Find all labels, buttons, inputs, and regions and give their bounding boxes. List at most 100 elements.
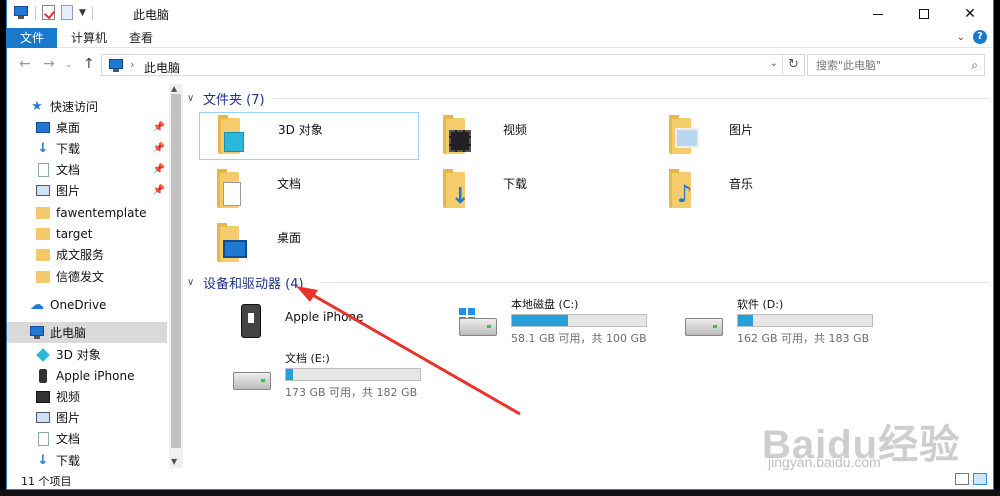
ribbon-controls: ⌄ ?: [957, 30, 987, 44]
sidebar-item-label: 快速访问: [50, 100, 99, 114]
search-box[interactable]: ⌕: [807, 54, 985, 76]
address-bar[interactable]: › 此电脑 ⌄: [101, 54, 783, 76]
refresh-button[interactable]: ↻: [783, 54, 805, 76]
pin-icon[interactable]: 📌: [153, 164, 165, 175]
sidebar-item-label: 视频: [56, 390, 81, 404]
folders-group-header[interactable]: ∨ 文件夹 (7): [187, 88, 265, 108]
group-divider: [273, 98, 988, 99]
title-bar: ▼ 此电脑 ✕: [7, 0, 993, 28]
group-title: 设备和驱动器 (4): [203, 276, 304, 292]
sidebar-item-pictures-pc[interactable]: 图片: [35, 407, 167, 428]
pin-icon[interactable]: 📌: [153, 122, 165, 133]
drive-space-info: 162 GB 可用，共 183 GB: [737, 332, 870, 345]
folder-3d-objects[interactable]: 3D 对象: [199, 112, 419, 160]
sidebar-item-xinde[interactable]: 信德发文: [35, 266, 167, 287]
customize-toolbar-dropdown-icon[interactable]: ▼: [79, 8, 86, 18]
folder-pictures[interactable]: 图片: [651, 112, 871, 160]
collapse-chevron-icon[interactable]: ∨: [187, 93, 197, 104]
tab-computer[interactable]: 计算机: [59, 28, 119, 48]
folder-downloads[interactable]: ↓ 下载: [425, 166, 645, 214]
sidebar-item-onedrive[interactable]: ☁ OneDrive: [29, 294, 167, 315]
drive-d[interactable]: 软件 (D:) 162 GB 可用，共 183 GB: [679, 296, 905, 346]
drive-usage-bar: [511, 314, 647, 327]
details-view-icon[interactable]: [955, 473, 969, 485]
device-label: Apple iPhone: [285, 310, 364, 324]
forward-arrow-icon[interactable]: →: [43, 56, 55, 72]
sidebar-item-label: 成文服务: [56, 248, 105, 262]
drive-label: 软件 (D:): [737, 298, 784, 311]
sidebar-item-3d-objects[interactable]: 3D 对象: [35, 344, 167, 365]
close-button[interactable]: ✕: [947, 0, 993, 28]
scrollbar-thumb[interactable]: [171, 94, 181, 448]
pin-icon[interactable]: 📌: [153, 143, 165, 154]
sidebar-item-this-pc[interactable]: 此电脑: [7, 322, 167, 343]
scroll-down-icon[interactable]: ▼: [171, 457, 177, 466]
drive-e[interactable]: 文档 (E:) 173 GB 可用，共 182 GB: [227, 350, 453, 400]
sidebar-item-videos[interactable]: 视频: [35, 386, 167, 407]
folder-label: 音乐: [729, 176, 754, 191]
folder-videos[interactable]: 视频: [425, 112, 645, 160]
drive-label: 本地磁盘 (C:): [511, 298, 579, 311]
sidebar-item-target[interactable]: target: [35, 223, 167, 244]
sidebar-item-quick-access[interactable]: ★ 快速访问: [29, 96, 183, 117]
collapse-chevron-icon[interactable]: ∨: [187, 277, 197, 288]
device-apple-iphone[interactable]: Apple iPhone: [227, 298, 453, 348]
drive-usage-bar: [737, 314, 873, 327]
minimize-button[interactable]: [855, 0, 901, 28]
pictures-icon: [35, 411, 51, 425]
search-icon[interactable]: ⌕: [971, 58, 978, 73]
folder-icon: [35, 206, 51, 220]
new-folder-icon[interactable]: [61, 5, 73, 20]
sidebar-item-downloads-pc[interactable]: ↓ 下载: [35, 450, 167, 468]
documents-icon: [35, 162, 51, 177]
back-arrow-icon[interactable]: ←: [19, 56, 31, 72]
folder-documents[interactable]: 文档: [199, 166, 419, 214]
up-arrow-icon[interactable]: ↑: [83, 56, 95, 72]
breadcrumb[interactable]: 此电脑: [144, 59, 180, 76]
sidebar-scrollbar[interactable]: ▲ ▼: [169, 84, 183, 468]
address-dropdown-icon[interactable]: ⌄: [770, 58, 778, 69]
cloud-icon: ☁: [30, 296, 44, 313]
properties-icon[interactable]: [42, 5, 55, 20]
scroll-up-icon[interactable]: ▲: [171, 84, 177, 93]
devices-group-header[interactable]: ∨ 设备和驱动器 (4): [187, 272, 304, 292]
search-input[interactable]: [808, 55, 958, 75]
sidebar-item-label: Apple iPhone: [56, 368, 135, 383]
sidebar-item-label: 桌面: [56, 121, 81, 135]
phone-icon: [35, 368, 51, 383]
sidebar-item-downloads[interactable]: ↓ 下载 📌: [35, 138, 167, 159]
minimize-icon: [873, 13, 883, 15]
folder-desktop[interactable]: 桌面: [199, 220, 419, 268]
sidebar-item-label: 信德发文: [56, 270, 105, 284]
quick-access-toolbar: ▼: [13, 5, 93, 20]
drive-c[interactable]: 本地磁盘 (C:) 58.1 GB 可用，共 100 GB: [453, 296, 679, 346]
sidebar-item-documents-pc[interactable]: 文档: [35, 428, 167, 449]
folder-music[interactable]: ♪ 音乐: [651, 166, 871, 214]
sidebar-item-desktop[interactable]: 桌面 📌: [35, 117, 167, 138]
expand-ribbon-icon[interactable]: ⌄: [957, 32, 965, 43]
view-switcher: [955, 473, 987, 485]
help-icon[interactable]: ?: [973, 30, 987, 44]
breadcrumb-chevron-icon[interactable]: ›: [130, 58, 134, 71]
group-title: 文件夹 (7): [203, 92, 265, 108]
folder-label: 桌面: [277, 230, 302, 245]
sidebar-item-pictures[interactable]: 图片 📌: [35, 180, 167, 201]
drive-icon: [233, 362, 273, 390]
folder-icon: [35, 248, 51, 262]
maximize-button[interactable]: [901, 0, 947, 28]
downloads-folder-icon: ↓: [437, 169, 477, 210]
computer-icon: [13, 6, 29, 19]
sidebar-item-label: 下载: [56, 142, 81, 156]
sidebar-item-fawentemplate[interactable]: fawentemplate: [35, 202, 167, 223]
folder-label: 文档: [277, 176, 302, 191]
recent-locations-icon[interactable]: ⌄: [65, 60, 73, 70]
drive-usage-bar: [285, 368, 421, 381]
pin-icon[interactable]: 📌: [153, 185, 165, 196]
tab-view[interactable]: 查看: [117, 28, 165, 48]
sidebar-item-documents[interactable]: 文档 📌: [35, 159, 167, 180]
sidebar-item-chengwen[interactable]: 成文服务: [35, 244, 167, 265]
tab-file[interactable]: 文件: [7, 28, 57, 48]
folder-label: 3D 对象: [278, 122, 323, 137]
sidebar-item-apple-iphone[interactable]: Apple iPhone: [35, 365, 167, 386]
tiles-view-icon[interactable]: [973, 473, 987, 485]
